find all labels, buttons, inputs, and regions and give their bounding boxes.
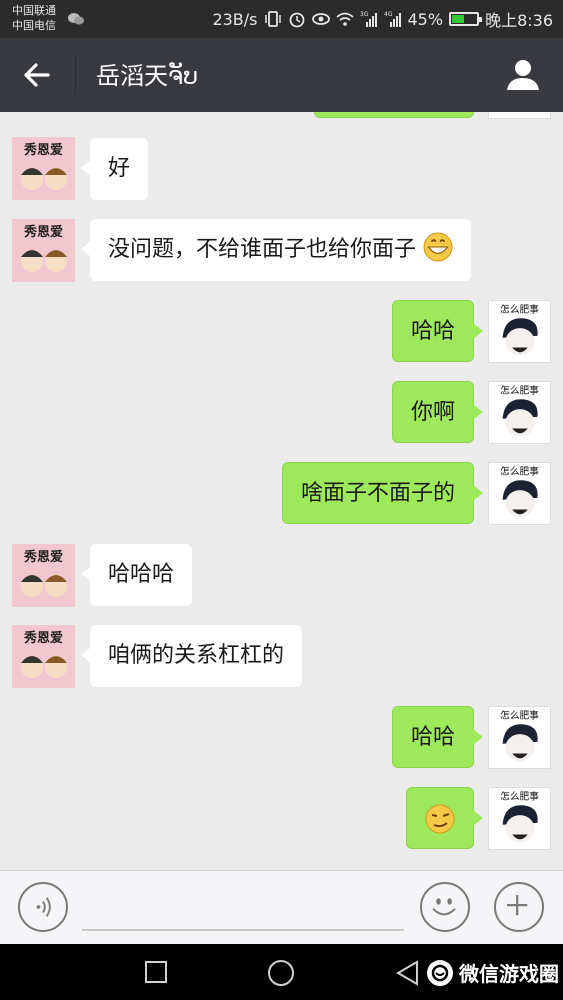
avatar-caption: 怎么肥事 [500,790,539,803]
alarm-icon [289,12,304,28]
eye-comfort-icon [311,13,330,25]
chat-title: 岳滔天ຈັບ [96,62,199,90]
my-avatar[interactable]: 怎么肥事 [488,462,551,525]
watermark-text: 微信游戏圈 [459,962,559,986]
header-divider [75,56,76,94]
message-bubble-partial[interactable] [314,112,474,118]
carrier-2: 中国电信 [12,19,56,32]
carrier-info: 中国联通 中国电信 [12,3,56,33]
vibrate-icon [264,11,281,27]
message-bubble[interactable]: 哈哈哈 [80,544,193,606]
network-speed: 23B/s [212,9,258,29]
message-text: 咱俩的关系杠杠的 [108,643,285,668]
smirk-emoji-icon [425,804,455,834]
recent-apps-icon[interactable] [145,961,167,983]
message-text: 哈哈 [410,319,455,344]
battery-icon [449,12,483,26]
watermark: 微信游戏圈 [427,958,559,987]
avatar-caption: 秀恩爱 [23,224,63,240]
message-bubble[interactable]: 没问题，不给谁面子也给你面子 [80,219,472,281]
message-text: 哈哈 [410,725,455,750]
contact-avatar[interactable]: 秀恩爱 [12,219,75,282]
message-text: 好 [108,156,131,181]
avatar-caption: 怎么肥事 [500,465,539,478]
message-text: 哈哈哈 [108,562,175,587]
contact-avatar[interactable]: 秀恩爱 [12,544,75,607]
nav-back-icon[interactable] [395,960,419,986]
avatar-caption: 秀恩爱 [23,549,63,565]
contact-profile-icon[interactable] [505,56,541,94]
message-bubble[interactable]: 啥面子不面子的 [281,462,484,524]
back-arrow-icon[interactable] [18,56,56,94]
signal-icon-2: 4G [384,11,401,27]
my-avatar[interactable] [488,112,551,119]
avatar-caption: 秀恩爱 [23,142,63,158]
wechat-notification-icon [68,13,84,25]
my-avatar[interactable]: 怎么肥事 [488,300,551,363]
emoji-picker-icon[interactable] [420,882,470,932]
watermark-logo-icon [427,959,453,986]
status-bar: 中国联通 中国电信 23B/s 3G 4G 45% 晚上8:36 [0,0,563,38]
message-input[interactable] [82,889,404,931]
avatar-caption: 怎么肥事 [500,709,539,722]
message-text: 没问题，不给谁面子也给你面子 [108,237,417,262]
grin-emoji-icon [423,232,453,262]
signal-label-1: 3G [360,11,369,18]
avatar-caption: 怎么肥事 [500,303,539,316]
avatar-caption: 秀恩爱 [23,630,63,646]
signal-label-2: 4G [384,11,393,18]
battery-percent: 45% [407,9,444,29]
wifi-icon [335,12,354,26]
message-bubble[interactable]: 哈哈 [391,300,484,362]
system-nav-bar: 微信游戏圈 [0,944,563,1000]
more-options-plus-icon[interactable] [494,882,544,932]
message-list[interactable]: 秀恩爱 好 秀恩爱 没问题，不给谁面子也给你面子 哈哈 怎么肥事 你啊 怎么肥事… [0,112,563,870]
message-bubble[interactable]: 哈哈 [391,706,484,768]
my-avatar[interactable]: 怎么肥事 [488,706,551,769]
contact-avatar[interactable]: 秀恩爱 [12,625,75,688]
message-bubble[interactable]: 好 [80,138,149,200]
carrier-1: 中国联通 [12,4,56,17]
my-avatar[interactable]: 怎么肥事 [488,787,551,850]
avatar-caption: 怎么肥事 [500,384,539,397]
message-text: 啥面子不面子的 [300,481,455,506]
voice-input-icon[interactable] [18,882,68,932]
signal-icon: 3G [360,11,377,27]
input-bar [0,870,563,944]
clock: 晚上8:36 [485,11,553,30]
message-bubble[interactable]: 你啊 [391,381,484,443]
contact-avatar[interactable]: 秀恩爱 [12,137,75,200]
chat-header: 岳滔天ຈັບ [0,38,563,112]
home-icon[interactable] [268,960,294,986]
message-text: 你啊 [410,400,455,425]
message-bubble[interactable] [406,787,483,849]
message-bubble[interactable]: 咱俩的关系杠杠的 [80,625,303,687]
my-avatar[interactable]: 怎么肥事 [488,381,551,444]
